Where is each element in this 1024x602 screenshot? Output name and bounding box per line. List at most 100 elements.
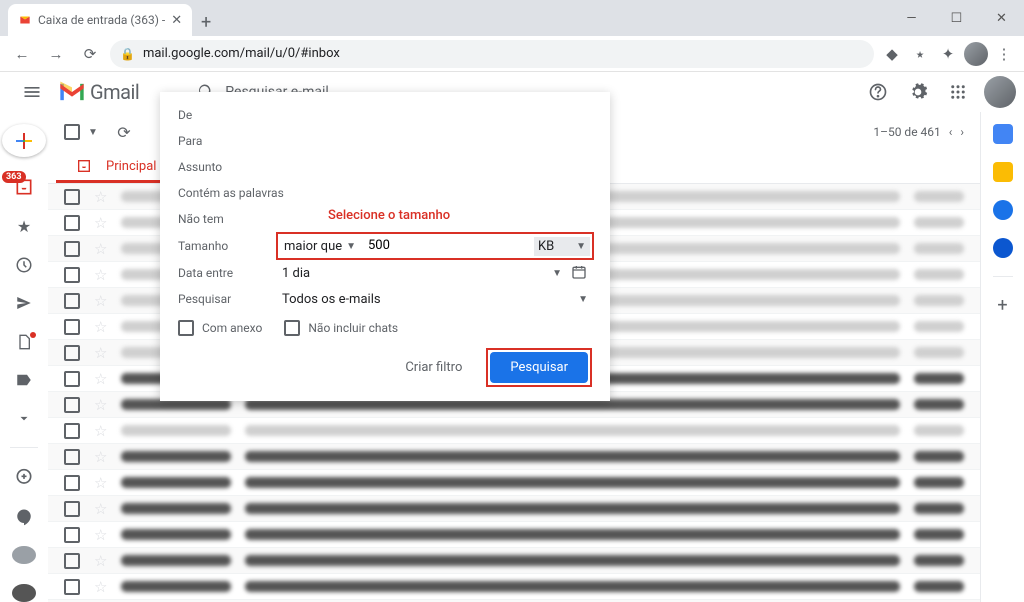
drafts-icon[interactable] [12, 332, 36, 350]
star-icon[interactable]: ☆ [94, 500, 107, 518]
support-icon[interactable] [860, 74, 896, 110]
row-checkbox[interactable] [64, 553, 80, 569]
from-input[interactable] [278, 105, 592, 125]
star-icon[interactable]: ☆ [94, 214, 107, 232]
more-icon[interactable] [12, 409, 36, 427]
contacts-app-icon[interactable] [993, 238, 1013, 258]
reload-button[interactable]: ⟳ [76, 40, 104, 68]
sent-icon[interactable] [12, 294, 36, 312]
snoozed-icon[interactable] [12, 256, 36, 274]
row-checkbox[interactable] [64, 527, 80, 543]
refresh-icon[interactable]: ⟳ [106, 114, 142, 150]
close-tab-icon[interactable]: ✕ [171, 13, 182, 28]
extension-icon[interactable]: ⭑ [908, 42, 932, 66]
main-menu-icon[interactable] [12, 72, 52, 112]
row-checkbox[interactable] [64, 241, 80, 257]
select-dropdown-icon[interactable]: ▼ [88, 127, 98, 138]
has-words-input[interactable] [308, 183, 592, 203]
compose-button[interactable] [2, 124, 46, 157]
size-unit-select[interactable]: KB ▼ [534, 237, 590, 256]
account-avatar[interactable] [984, 76, 1016, 108]
star-icon[interactable]: ☆ [94, 292, 107, 310]
star-icon[interactable]: ☆ [94, 318, 107, 336]
row-checkbox[interactable] [64, 579, 80, 595]
star-icon[interactable]: ☆ [94, 422, 107, 440]
row-checkbox[interactable] [64, 501, 80, 517]
star-icon[interactable]: ☆ [94, 370, 107, 388]
browser-menu-icon[interactable]: ⋮ [992, 42, 1016, 66]
gmail-logo[interactable]: Gmail [58, 80, 139, 104]
mail-row[interactable]: ☆ [48, 496, 980, 522]
row-checkbox[interactable] [64, 189, 80, 205]
pager-prev-icon[interactable]: ‹ [949, 125, 953, 139]
mail-row[interactable]: ☆ [48, 470, 980, 496]
hangouts-icon[interactable] [12, 508, 36, 526]
chat-new-icon[interactable] [12, 468, 36, 488]
star-icon[interactable]: ☆ [94, 526, 107, 544]
tab-primary[interactable]: Principal [56, 152, 176, 183]
has-attachment-checkbox[interactable]: Com anexo [178, 320, 262, 336]
pager-next-icon[interactable]: › [960, 125, 964, 139]
mail-row[interactable]: ☆ [48, 522, 980, 548]
tasks-app-icon[interactable] [993, 200, 1013, 220]
extension-icon[interactable]: ◆ [880, 42, 904, 66]
search-in-label: Pesquisar [178, 292, 278, 306]
star-icon[interactable]: ☆ [94, 188, 107, 206]
keep-app-icon[interactable] [993, 162, 1013, 182]
row-checkbox[interactable] [64, 397, 80, 413]
subject-input[interactable] [278, 157, 592, 177]
row-checkbox[interactable] [64, 371, 80, 387]
star-icon[interactable]: ☆ [94, 448, 107, 466]
star-icon[interactable]: ☆ [94, 474, 107, 492]
inbox-icon[interactable]: 363 [12, 177, 36, 197]
mail-row[interactable]: ☆ [48, 418, 980, 444]
contact-avatar[interactable] [12, 584, 36, 602]
create-filter-button[interactable]: Criar filtro [395, 352, 472, 383]
maximize-button[interactable]: ☐ [934, 0, 979, 36]
row-checkbox[interactable] [64, 345, 80, 361]
row-checkbox[interactable] [64, 267, 80, 283]
star-icon[interactable]: ☆ [94, 266, 107, 284]
star-icon[interactable]: ☆ [94, 396, 107, 414]
star-icon[interactable]: ☆ [94, 240, 107, 258]
contact-avatar[interactable] [12, 546, 36, 564]
profile-avatar[interactable] [964, 42, 988, 66]
select-all-checkbox[interactable] [64, 124, 80, 140]
row-checkbox[interactable] [64, 215, 80, 231]
add-addon-icon[interactable]: + [997, 295, 1007, 316]
address-bar[interactable]: 🔒 mail.google.com/mail/u/0/#inbox [110, 40, 874, 68]
settings-icon[interactable] [900, 74, 936, 110]
size-operator-select[interactable]: maior que ▼ [280, 237, 360, 256]
search-button[interactable]: Pesquisar [490, 352, 588, 383]
chevron-down-icon: ▼ [552, 268, 562, 279]
star-icon[interactable]: ☆ [94, 552, 107, 570]
starred-icon[interactable]: ★ [12, 217, 36, 236]
mail-row[interactable]: ☆ [48, 444, 980, 470]
mail-row[interactable]: ☆ [48, 548, 980, 574]
date-range-select[interactable]: 1 dia ▼ [278, 264, 566, 283]
label-icon[interactable] [12, 371, 36, 389]
calendar-app-icon[interactable] [993, 124, 1013, 144]
row-checkbox[interactable] [64, 423, 80, 439]
pager: 1–50 de 461 ‹ › [873, 125, 964, 139]
row-checkbox[interactable] [64, 319, 80, 335]
browser-tab[interactable]: Caixa de entrada (363) - ✕ [8, 4, 192, 36]
star-icon[interactable]: ☆ [94, 578, 107, 596]
back-button[interactable]: ← [8, 40, 36, 68]
to-input[interactable] [278, 131, 592, 151]
new-tab-button[interactable]: + [192, 8, 220, 36]
apps-icon[interactable] [940, 74, 976, 110]
forward-button[interactable]: → [42, 40, 70, 68]
exclude-chats-checkbox[interactable]: Não incluir chats [284, 320, 398, 336]
calendar-icon[interactable] [566, 264, 592, 283]
size-value-input[interactable] [360, 236, 534, 256]
row-checkbox[interactable] [64, 293, 80, 309]
minimize-button[interactable]: — [889, 0, 934, 36]
mail-row[interactable]: ☆ [48, 574, 980, 600]
row-checkbox[interactable] [64, 475, 80, 491]
row-checkbox[interactable] [64, 449, 80, 465]
extensions-menu-icon[interactable]: ✦ [936, 42, 960, 66]
close-window-button[interactable]: ✕ [979, 0, 1024, 36]
star-icon[interactable]: ☆ [94, 344, 107, 362]
search-in-select[interactable]: Todos os e-mails ▼ [278, 290, 592, 309]
